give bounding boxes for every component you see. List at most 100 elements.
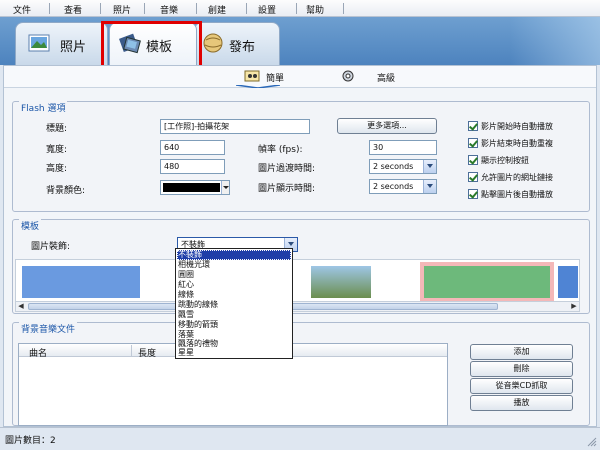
add-music-button[interactable]: 添加 bbox=[470, 344, 573, 360]
menu-settings[interactable]: 設置 bbox=[258, 3, 276, 16]
height-label: 高度: bbox=[46, 164, 68, 174]
highlight-annotation-box bbox=[101, 21, 202, 68]
play-music-button[interactable]: 播放 bbox=[470, 395, 573, 411]
tab-publish[interactable]: 發布 bbox=[194, 22, 280, 65]
template-thumbnail[interactable] bbox=[22, 266, 140, 298]
column-length[interactable]: 長度 bbox=[138, 346, 156, 359]
width-label: 寬度: bbox=[46, 145, 68, 155]
template-thumbnail[interactable] bbox=[311, 266, 371, 298]
status-bar: 圖片數目：2 bbox=[0, 427, 600, 450]
delete-music-button[interactable]: 刪除 bbox=[470, 361, 573, 377]
menu-file[interactable]: 文件 bbox=[13, 3, 31, 16]
photo-icon bbox=[28, 34, 50, 52]
menu-bar: 文件 查看 照片 音樂 創建 設置 幫助 bbox=[0, 0, 600, 17]
dropdown-option[interactable]: 圓圈 bbox=[178, 270, 194, 280]
menu-separator bbox=[296, 3, 297, 14]
chevron-down-icon[interactable] bbox=[423, 180, 436, 193]
checkbox-icon bbox=[468, 189, 478, 199]
subtab-advanced-label: 高級 bbox=[377, 74, 396, 84]
width-input[interactable]: 640 bbox=[160, 140, 225, 155]
checkbox-icon bbox=[468, 172, 478, 182]
show-controls-checkbox[interactable]: 顯示控制按鈕 bbox=[468, 155, 583, 166]
dropdown-option[interactable]: 星星 bbox=[178, 348, 194, 358]
template-section-title: 模板 bbox=[19, 219, 42, 232]
checkbox-icon bbox=[468, 121, 478, 131]
menu-separator bbox=[100, 3, 101, 14]
show-controls-label: 顯示控制按鈕 bbox=[481, 156, 529, 165]
flash-options-section: Flash 選項 標題: [工作照]-拍攝花架 更多選項... 寬度: 640 … bbox=[12, 101, 590, 212]
fps-input[interactable]: 30 bbox=[369, 140, 437, 155]
scissors-icon bbox=[244, 70, 260, 82]
subtab-simple-label: 簡單 bbox=[266, 74, 285, 84]
tab-photo-label: 照片 bbox=[60, 40, 87, 55]
background-color-picker[interactable] bbox=[160, 180, 230, 195]
menu-separator bbox=[246, 3, 247, 14]
dropdown-option[interactable]: 相機光環 bbox=[178, 260, 210, 270]
chevron-down-icon[interactable] bbox=[423, 160, 436, 173]
tab-photo[interactable]: 照片 bbox=[15, 22, 108, 65]
template-section: 模板 圖片裝飾: 不裝飾 ◀ ▶ bbox=[12, 219, 590, 314]
scroll-left-icon[interactable]: ◀ bbox=[16, 302, 26, 311]
decoration-dropdown-list: 不裝飾 相機光環 圓圈 紅心 線條 跳動的線條 飄雪 移動的箭頭 落葉 飄落的禮… bbox=[175, 248, 293, 359]
display-time-label: 圖片顯示時間: bbox=[258, 184, 316, 194]
column-title[interactable]: 曲名 bbox=[29, 346, 47, 359]
more-options-button[interactable]: 更多選項... bbox=[337, 118, 437, 134]
gear-icon bbox=[342, 70, 354, 82]
template-panel: 簡單 高級 Flash 選項 標題: [工作照]-拍攝花架 更多選項... 寬度… bbox=[3, 65, 597, 427]
menu-separator bbox=[49, 3, 50, 14]
photo-count: 圖片數目：2 bbox=[5, 436, 56, 446]
scroll-right-icon[interactable]: ▶ bbox=[569, 302, 579, 311]
menu-separator bbox=[196, 3, 197, 14]
dropdown-option[interactable]: 移動的箭頭 bbox=[178, 320, 218, 330]
template-thumbnail[interactable] bbox=[420, 262, 554, 302]
template-thumbnail[interactable] bbox=[558, 266, 578, 298]
tab-publish-label: 發布 bbox=[229, 40, 256, 55]
autoloop-checkbox[interactable]: 影片結束時自動重複 bbox=[468, 138, 583, 149]
color-swatch bbox=[163, 183, 220, 192]
click-autoplay-label: 點擊圖片後自動播放 bbox=[481, 190, 553, 199]
flash-section-title: Flash 選項 bbox=[19, 101, 68, 114]
chevron-down-icon[interactable] bbox=[221, 181, 229, 194]
menu-view[interactable]: 查看 bbox=[64, 3, 82, 16]
dropdown-option[interactable]: 線條 bbox=[178, 290, 194, 300]
menu-music[interactable]: 音樂 bbox=[160, 3, 178, 16]
menu-create[interactable]: 創建 bbox=[208, 3, 226, 16]
dropdown-option[interactable]: 飄雪 bbox=[178, 310, 194, 320]
checkbox-icon bbox=[468, 138, 478, 148]
thumbnail-scrollbar[interactable]: ◀ ▶ bbox=[15, 301, 580, 312]
decoration-label: 圖片裝飾: bbox=[31, 242, 71, 252]
display-time-select[interactable]: 2 seconds bbox=[369, 179, 437, 194]
dropdown-option[interactable]: 紅心 bbox=[178, 280, 194, 290]
title-input[interactable]: [工作照]-拍攝花架 bbox=[160, 119, 310, 134]
dropdown-option[interactable]: 不裝飾 bbox=[178, 250, 202, 260]
allow-links-label: 允許圖片的網址鏈接 bbox=[481, 173, 553, 182]
template-thumbnail-strip bbox=[15, 259, 580, 303]
transition-time-select[interactable]: 2 seconds bbox=[369, 159, 437, 174]
autoloop-label: 影片結束時自動重複 bbox=[481, 139, 553, 148]
allow-links-checkbox[interactable]: 允許圖片的網址鏈接 bbox=[468, 172, 583, 183]
autoplay-start-label: 影片開始時自動播放 bbox=[481, 122, 553, 131]
column-divider bbox=[131, 345, 132, 356]
menu-separator bbox=[343, 3, 344, 14]
click-autoplay-checkbox[interactable]: 點擊圖片後自動播放 bbox=[468, 189, 583, 200]
autoplay-start-checkbox[interactable]: 影片開始時自動播放 bbox=[468, 121, 583, 132]
menu-help[interactable]: 幫助 bbox=[306, 3, 324, 16]
menu-photo[interactable]: 照片 bbox=[113, 3, 131, 16]
background-color-label: 背景顏色: bbox=[46, 186, 86, 196]
transition-time-value: 2 seconds bbox=[373, 162, 414, 171]
subtab-advanced[interactable]: 高級 bbox=[341, 68, 401, 86]
globe-icon bbox=[203, 33, 223, 53]
rip-cd-button[interactable]: 從音樂CD抓取 bbox=[470, 378, 573, 394]
subtab-simple[interactable]: 簡單 bbox=[244, 68, 304, 86]
dropdown-option[interactable]: 跳動的線條 bbox=[178, 300, 218, 310]
main-tab-strip: 照片 發布 模板 bbox=[0, 17, 600, 65]
film-strip-decoration bbox=[510, 17, 600, 65]
background-music-section: 背景音樂文件 曲名 長度 添加 刪除 從音樂CD抓取 播放 bbox=[12, 322, 590, 426]
resize-grip-icon[interactable] bbox=[587, 437, 597, 447]
checkbox-icon bbox=[468, 155, 478, 165]
music-section-title: 背景音樂文件 bbox=[19, 322, 78, 335]
menu-separator bbox=[144, 3, 145, 14]
height-input[interactable]: 480 bbox=[160, 159, 225, 174]
sub-tab-bar: 簡單 高級 bbox=[4, 66, 596, 88]
title-label: 標題: bbox=[46, 124, 68, 134]
